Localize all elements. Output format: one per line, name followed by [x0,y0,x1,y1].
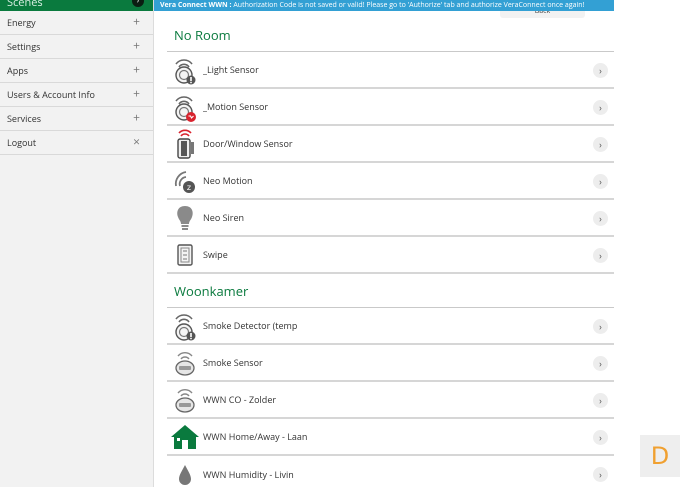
sidebar-item-label: Settings [7,40,41,53]
door-window-sensor-icon [167,126,203,162]
svg-text:z: z [187,183,191,192]
banner-title: Vera Connect WWN : [160,1,232,10]
device-name: Door/Window Sensor [203,137,293,150]
co-sensor-icon [167,382,203,418]
device-row-home-away[interactable]: WWN Home/Away - Laan › [167,419,614,456]
sidebar-item-label: Users & Account Info [7,88,95,101]
device-list: No Room _Light Sensor › _Motion Sensor ›… [167,18,614,487]
device-name: WWN Humidity - Livin [203,468,294,481]
smoke-detector-icon [167,308,203,344]
siren-bulb-icon [167,200,203,236]
sidebar-item-label: Logout [7,136,37,149]
sidebar: Scenes › Energy + Settings + Apps + User… [0,0,154,487]
sidebar-item-label: Energy [7,16,36,29]
chevron-right-icon[interactable]: › [593,100,608,115]
house-icon [167,419,203,455]
device-row-humidity[interactable]: WWN Humidity - Livin › [167,456,614,487]
expand-icon: + [133,13,140,30]
device-name: _Motion Sensor [203,100,269,113]
device-row-neo-siren[interactable]: Neo Siren › [167,200,614,237]
smoke-sensor-icon [167,345,203,381]
room-title-no-room: No Room [167,18,614,52]
swipe-device-icon [167,237,203,273]
expand-icon: + [133,109,140,126]
close-icon: × [133,133,140,150]
device-row-co-zolder[interactable]: WWN CO - Zolder › [167,382,614,419]
room-title-woonkamer: Woonkamer [167,274,614,308]
sidebar-item-logout[interactable]: Logout × [0,131,153,155]
chevron-right-icon[interactable]: › [593,174,608,189]
device-row-motion-sensor[interactable]: _Motion Sensor › [167,89,614,126]
sidebar-item-label: Services [7,112,42,125]
chevron-right-icon[interactable]: › [593,248,608,263]
device-row-door-window-sensor[interactable]: Door/Window Sensor › [167,126,614,163]
auth-warning-banner: Vera Connect WWN : Authorization Code is… [154,0,614,11]
chevron-right-icon[interactable]: › [593,211,608,226]
chevron-right-icon[interactable]: › [593,430,608,445]
device-name: Smoke Detector (temp [203,319,298,332]
device-row-neo-motion[interactable]: z Neo Motion › [167,163,614,200]
device-name: WWN Home/Away - Laan [203,430,308,443]
chevron-right-icon[interactable]: › [593,356,608,371]
sidebar-item-label: Scenes [7,0,43,10]
device-row-swipe[interactable]: Swipe › [167,237,614,274]
chevron-right-icon[interactable]: › [593,63,608,78]
device-name: Swipe [203,248,228,261]
device-row-smoke-sensor[interactable]: Smoke Sensor › [167,345,614,382]
chevron-right-icon[interactable]: › [593,319,608,334]
device-name: Neo Motion [203,174,253,187]
sidebar-item-services[interactable]: Services + [0,107,153,131]
sidebar-item-users-account-info[interactable]: Users & Account Info + [0,83,153,107]
expand-icon: + [133,61,140,78]
sidebar-item-scenes[interactable]: Scenes › [0,0,153,11]
sidebar-item-settings[interactable]: Settings + [0,35,153,59]
motion-sensor-icon: z [167,163,203,199]
device-row-light-sensor[interactable]: _Light Sensor › [167,52,614,89]
light-sensor-icon [167,52,203,88]
sidebar-item-apps[interactable]: Apps + [0,59,153,83]
device-row-smoke-detector[interactable]: Smoke Detector (temp › [167,308,614,345]
motion-sensor-alert-icon [167,89,203,125]
expand-icon: + [133,37,140,54]
sidebar-item-energy[interactable]: Energy + [0,11,153,35]
chevron-right-icon[interactable]: › [593,393,608,408]
device-name: Smoke Sensor [203,356,263,369]
expand-icon: + [133,85,140,102]
device-name: WWN CO - Zolder [203,393,277,406]
back-button[interactable]: Back [500,11,585,18]
sidebar-item-label: Apps [7,64,28,77]
corner-badge[interactable]: D [640,435,680,477]
device-name: _Light Sensor [203,63,259,76]
humidity-drop-icon [167,457,203,487]
chevron-right-icon[interactable]: › [593,467,608,482]
device-name: Neo Siren [203,211,245,224]
chevron-right-icon[interactable]: › [593,137,608,152]
banner-message: Authorization Code is not saved or valid… [231,1,585,10]
chevron-right-icon: › [132,0,144,7]
